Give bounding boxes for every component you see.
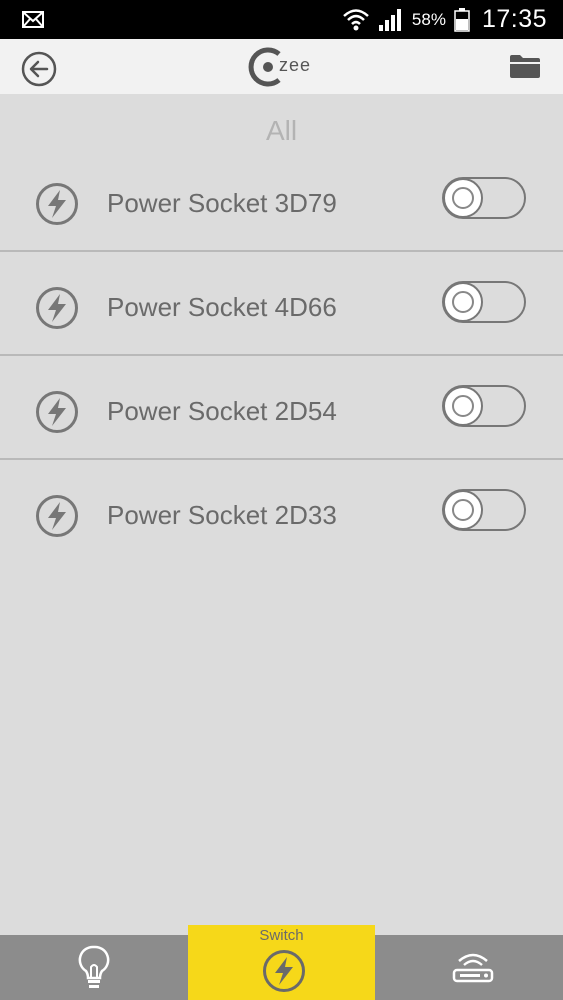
device-label: Power Socket 4D66 <box>107 292 337 322</box>
signal-icon <box>378 8 401 31</box>
router-icon <box>452 953 494 983</box>
device-toggle[interactable] <box>442 385 526 427</box>
lightning-icon <box>36 495 78 537</box>
device-row: Power Socket 3D79 <box>0 148 563 252</box>
folder-button[interactable] <box>509 53 541 79</box>
device-label: Power Socket 2D54 <box>107 396 337 426</box>
toggle-knob <box>443 386 483 426</box>
back-button[interactable] <box>21 51 57 87</box>
device-row: Power Socket 4D66 <box>0 252 563 356</box>
wifi-icon <box>343 8 369 30</box>
device-row: Power Socket 2D54 <box>0 356 563 460</box>
app-header: zee <box>0 39 563 94</box>
device-list: Power Socket 3D79 Power Socket 4D66 Powe… <box>0 148 563 564</box>
nav-router[interactable] <box>375 935 563 1000</box>
status-bar: 58% 17:35 <box>0 0 563 39</box>
nav-lights[interactable] <box>0 935 188 1000</box>
battery-percent: 58% <box>411 9 446 29</box>
app-logo: zee <box>246 45 320 89</box>
lightning-icon <box>36 391 78 433</box>
logo-text: zee <box>279 55 312 75</box>
lightbulb-icon <box>78 945 110 988</box>
battery-icon <box>454 7 470 32</box>
device-toggle[interactable] <box>442 177 526 219</box>
lightning-icon <box>36 287 78 329</box>
bottom-nav: Switch <box>0 925 563 1000</box>
nav-switch-label: Switch <box>259 927 304 944</box>
section-title: All <box>265 115 298 146</box>
device-toggle[interactable] <box>442 489 526 531</box>
device-toggle[interactable] <box>442 281 526 323</box>
lightning-circle-icon <box>263 950 305 992</box>
toggle-knob <box>443 282 483 322</box>
toggle-knob <box>443 178 483 218</box>
device-row: Power Socket 2D33 <box>0 460 563 564</box>
device-label: Power Socket 2D33 <box>107 500 337 530</box>
toggle-knob <box>443 490 483 530</box>
mail-icon <box>22 11 44 28</box>
device-label: Power Socket 3D79 <box>107 188 337 218</box>
lightning-icon <box>36 183 78 225</box>
nav-switch[interactable]: Switch <box>188 925 375 1000</box>
clock: 17:35 <box>481 5 547 33</box>
